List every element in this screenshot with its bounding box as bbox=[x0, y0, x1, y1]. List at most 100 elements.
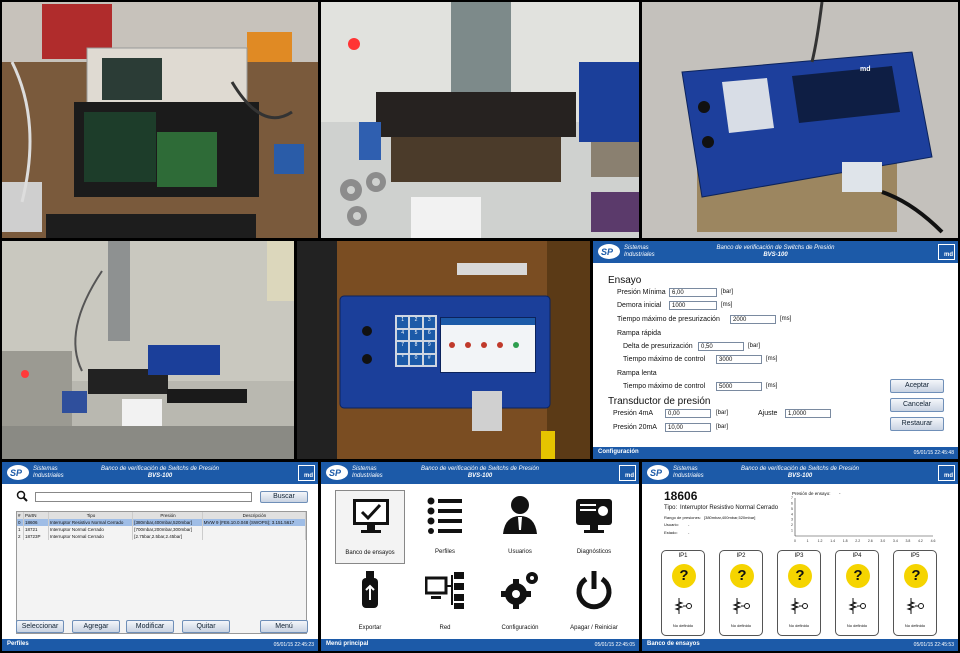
menu-perfiles[interactable]: Perfiles bbox=[410, 490, 480, 564]
pressure-switch-icon bbox=[790, 598, 808, 614]
search-input[interactable] bbox=[35, 492, 252, 502]
keypad-key[interactable]: # bbox=[423, 354, 435, 365]
chart-x-tick-label: 2.2 bbox=[855, 539, 860, 543]
rangos-value: [380mbar,400mbar,520mbar] bbox=[704, 515, 756, 520]
menu-principal-screen: SP Sistemas Industriales Banco de verifi… bbox=[321, 462, 639, 651]
chart-x-tick-label: 1.2 bbox=[818, 539, 823, 543]
presion-20ma-field[interactable]: 10,00 bbox=[665, 423, 711, 432]
menu-diagnosticos[interactable]: Diagnósticos bbox=[559, 490, 629, 564]
menu-usuarios[interactable]: Usuarios bbox=[485, 490, 555, 564]
table-row[interactable]: 1 18721 Interruptor Normal Cerrado [700mbar… bbox=[17, 526, 307, 533]
device-photo-logo: md bbox=[860, 66, 871, 73]
pressure-switch-icon bbox=[848, 598, 866, 614]
keypad-key[interactable]: 7 bbox=[397, 342, 409, 353]
tiempo-max-control-field[interactable]: 3000 bbox=[716, 355, 762, 364]
md-logo-icon: md bbox=[938, 244, 955, 260]
menu-red-label: Red bbox=[439, 625, 451, 631]
ajuste-field[interactable]: 1,0000 bbox=[785, 409, 831, 418]
status-bar: Configuración 05/01/15 22:45:48 bbox=[593, 447, 958, 459]
presion-20ma-label: Presión 20mA bbox=[613, 424, 657, 431]
keypad-key[interactable]: 0 bbox=[410, 354, 422, 365]
chart-x-tick-label: 2.6 bbox=[868, 539, 873, 543]
seleccionar-button[interactable]: Seleccionar bbox=[16, 620, 64, 633]
gear-icon bbox=[501, 572, 538, 609]
table-row[interactable]: 2 18723P Interruptor Normal Cerrado [2.75ba… bbox=[17, 533, 307, 540]
tiempo-max-presurizacion-unit: [ms] bbox=[780, 316, 792, 322]
delta-presurizacion-field[interactable]: 0,50 bbox=[698, 342, 744, 351]
presion-minima-field[interactable]: 6,00 bbox=[669, 288, 717, 297]
menu-usuarios-label: Usuarios bbox=[508, 549, 532, 555]
ip-card-label: IP2 bbox=[736, 553, 746, 559]
timestamp: 05/01/15 22:45:53 bbox=[913, 642, 954, 648]
menu-red[interactable]: Red bbox=[410, 566, 480, 640]
list-icon bbox=[427, 497, 462, 534]
aceptar-button[interactable]: Aceptar bbox=[890, 379, 944, 393]
keypad-key[interactable]: 1 bbox=[397, 317, 409, 328]
chart-y-tick-label: 5 bbox=[791, 507, 793, 511]
agregar-button[interactable]: Agregar bbox=[72, 620, 120, 633]
question-icon: ? bbox=[672, 564, 696, 588]
keypad-key[interactable]: 4 bbox=[397, 329, 409, 340]
menu-button[interactable]: Menú bbox=[260, 620, 308, 633]
usuario-label: Usuario: bbox=[664, 522, 679, 527]
app-header: SP Sistemas Industriales Banco de verifi… bbox=[593, 241, 958, 263]
tiempo-max-control-lenta-field[interactable]: 5000 bbox=[716, 382, 762, 391]
question-icon: ? bbox=[788, 564, 812, 588]
keypad-key[interactable]: 5 bbox=[410, 329, 422, 340]
ip-card[interactable]: IP1 ? No definido bbox=[661, 550, 705, 636]
presion-minima-unit: [bar] bbox=[721, 289, 734, 295]
menu-diagnosticos-label: Diagnósticos bbox=[576, 549, 612, 555]
usuario-value: - bbox=[688, 522, 690, 527]
presion-4ma-field[interactable]: 0,00 bbox=[665, 409, 711, 418]
question-icon: ? bbox=[846, 564, 870, 588]
modificar-button[interactable]: Modificar bbox=[126, 620, 174, 633]
question-icon: ? bbox=[730, 564, 754, 588]
keypad-key[interactable]: * bbox=[397, 354, 409, 365]
table-header: # PartN Tipo Presión Descripción bbox=[17, 512, 307, 519]
device-keypad: 1 2 3 4 5 6 7 8 9 * 0 # bbox=[395, 315, 437, 367]
pressure-switch-icon bbox=[674, 598, 692, 614]
quitar-button[interactable]: Quitar bbox=[182, 620, 230, 633]
tiempo-max-presurizacion-field[interactable]: 2000 bbox=[730, 315, 776, 324]
app-header: SP Sistemas Industriales Banco de verifi… bbox=[321, 462, 639, 484]
ip-card[interactable]: IP3 ? No definido bbox=[777, 550, 821, 636]
keypad-key[interactable]: 3 bbox=[423, 317, 435, 328]
banco-ensayos-screen: SP Sistemas Industriales Banco de verifi… bbox=[642, 462, 958, 651]
presion-4ma-label: Presión 4mA bbox=[613, 410, 654, 417]
chart-x-tick-label: 1.8 bbox=[843, 539, 848, 543]
menu-apagar-reiniciar-label: Apagar / Reiniciar bbox=[570, 625, 618, 631]
restaurar-button[interactable]: Restaurar bbox=[890, 417, 944, 431]
menu-perfiles-label: Perfiles bbox=[434, 549, 455, 555]
chart-x-tick-label: 3.8 bbox=[905, 539, 910, 543]
menu-exportar[interactable]: Exportar bbox=[335, 566, 405, 640]
keypad-key[interactable]: 8 bbox=[410, 342, 422, 353]
menu-apagar-reiniciar[interactable]: Apagar / Reiniciar bbox=[559, 566, 629, 640]
perfiles-screen: SP Sistemas Industriales Banco de verifi… bbox=[2, 462, 318, 651]
cancelar-button[interactable]: Cancelar bbox=[890, 398, 944, 412]
photo-open-enclosure-image bbox=[2, 2, 318, 238]
ip-card[interactable]: IP4 ? No definido bbox=[835, 550, 879, 636]
keypad-key[interactable]: 9 bbox=[423, 342, 435, 353]
buscar-button[interactable]: Buscar bbox=[260, 491, 308, 503]
presion-20ma-unit: [bar] bbox=[716, 424, 729, 430]
photo-device-closeup-image bbox=[642, 2, 958, 238]
ip-card[interactable]: IP5 ? No definido bbox=[893, 550, 937, 636]
device-screen bbox=[440, 317, 536, 373]
chart-y-tick-label: 3 bbox=[791, 518, 793, 522]
keypad-key[interactable]: 2 bbox=[410, 317, 422, 328]
chart-x-tick-label: 1 bbox=[807, 539, 809, 543]
chart-x-tick-label: 4.2 bbox=[918, 539, 923, 543]
pressure-switch-icon bbox=[732, 598, 750, 614]
menu-configuracion[interactable]: Configuración bbox=[485, 566, 555, 640]
keypad-key[interactable]: 6 bbox=[423, 329, 435, 340]
demora-inicial-label: Demora inicial bbox=[617, 302, 662, 309]
ip-status: No definido bbox=[672, 623, 694, 628]
app-title: Banco de verificación de Switchs de Pres… bbox=[100, 466, 220, 479]
section-transductor: Transductor de presión bbox=[608, 396, 711, 407]
menu-banco-ensayos[interactable]: Banco de ensayos bbox=[335, 490, 405, 564]
table-row[interactable]: 0 18606 Interruptor Resistivo Normal Cerra… bbox=[17, 519, 307, 526]
demora-inicial-field[interactable]: 1000 bbox=[669, 301, 717, 310]
ip-card[interactable]: IP2 ? No definido bbox=[719, 550, 763, 636]
ajuste-label: Ajuste bbox=[758, 410, 778, 417]
tiempo-max-control-lenta-unit: [ms] bbox=[766, 383, 778, 389]
